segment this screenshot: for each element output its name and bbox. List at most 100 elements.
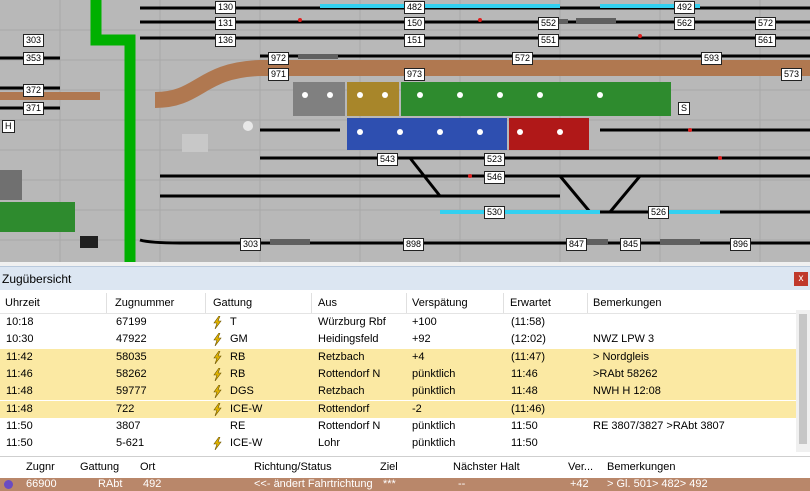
table-row[interactable]: 10:18 67199 T Würzburg Rbf +100 (11:58) — [0, 314, 796, 331]
block-label[interactable]: 150 — [404, 17, 426, 30]
table-row[interactable]: 11:46 58262 RB Rottendorf N pünktlich 11:46 >R… — [0, 365, 796, 383]
cell-erwartet: (11:46) — [511, 402, 546, 415]
cell-bemerkungen: NWH H 12:08 — [593, 385, 661, 398]
block-label[interactable]: 530 — [484, 206, 506, 219]
lower-table-row[interactable]: 66900 RAbt 492 <<- ändert Fahrtrichtung … — [0, 478, 810, 491]
cell-gattung: RB — [230, 350, 246, 363]
block-label[interactable]: 543 — [377, 153, 399, 166]
block-label[interactable]: 371 — [23, 102, 45, 115]
block-label[interactable]: 972 — [268, 52, 290, 65]
col-header-ort[interactable]: Ort — [140, 461, 155, 473]
block-label[interactable]: 898 — [403, 238, 425, 251]
col-separator[interactable] — [503, 293, 504, 313]
panel-title-bar[interactable]: Zugübersicht x — [0, 266, 810, 290]
block-label[interactable]: 303 — [240, 238, 262, 251]
cell-aus: Heidingsfeld — [318, 333, 379, 346]
col-header-ver[interactable]: Ver... — [568, 461, 593, 473]
block-label[interactable]: 573 — [781, 68, 803, 81]
scrollbar-thumb[interactable] — [799, 314, 807, 444]
block-label[interactable]: 526 — [648, 206, 670, 219]
table-row[interactable]: 11:50 3807 RE Rottendorf N pünktlich 11:50 RE … — [0, 418, 796, 435]
block-label[interactable]: 845 — [620, 238, 642, 251]
cell-gattung: T — [230, 316, 237, 328]
col-separator[interactable] — [406, 293, 407, 313]
cell-erwartet: (11:58) — [511, 316, 546, 328]
cell-aus: Rottendorf — [318, 402, 370, 415]
block-label[interactable]: S — [678, 102, 691, 115]
table-row[interactable]: 11:50 5-621 ICE-W Lohr pünktlich 11:50 — [0, 435, 796, 452]
cell-erwartet: (12:02) — [511, 333, 546, 346]
cell-gattung: RE — [230, 419, 246, 432]
block-label[interactable]: 973 — [404, 68, 426, 81]
cell-verspaetung: pünktlich — [412, 437, 456, 450]
block-label[interactable]: 971 — [268, 68, 290, 81]
col-separator[interactable] — [587, 293, 588, 313]
col-header-gattung[interactable]: Gattung — [80, 461, 119, 473]
col-header-aus[interactable]: Aus — [318, 297, 337, 309]
block-label[interactable]: 847 — [566, 238, 588, 251]
cell-verspaetung: +4 — [412, 350, 425, 363]
block-label[interactable]: 523 — [484, 153, 506, 166]
block-label[interactable]: 130 — [215, 1, 237, 14]
cell-verspaetung: pünktlich — [412, 419, 456, 432]
cell-uhrzeit: 11:48 — [6, 385, 33, 398]
col-header-zugnummer[interactable]: Zugnummer — [115, 297, 174, 309]
col-header-gattung[interactable]: Gattung — [213, 297, 252, 309]
lightning-icon — [213, 333, 222, 347]
cell-zugnummer: 59777 — [116, 385, 147, 398]
block-label[interactable]: 896 — [730, 238, 752, 251]
cell-zugnummer: 5-621 — [116, 437, 145, 450]
col-header-bemerkungen[interactable]: Bemerkungen — [607, 461, 676, 473]
col-header-verspaetung[interactable]: Verspätung — [412, 297, 468, 309]
block-label[interactable]: 303 — [23, 34, 45, 47]
col-header-naechster-halt[interactable]: Nächster Halt — [453, 461, 520, 473]
block-label[interactable]: H — [2, 120, 15, 133]
vertical-scrollbar[interactable] — [796, 310, 810, 452]
block-label[interactable]: 482 — [404, 1, 426, 14]
cell-erwartet: 11:50 — [511, 419, 538, 432]
col-header-erwartet[interactable]: Erwartet — [510, 297, 551, 309]
cell-gattung: RB — [230, 367, 246, 380]
block-label[interactable]: 551 — [538, 34, 560, 47]
col-header-bemerkungen[interactable]: Bemerkungen — [593, 297, 662, 309]
block-label[interactable]: 546 — [484, 171, 506, 184]
block-label[interactable]: 572 — [755, 17, 777, 30]
station-tile-olive[interactable] — [347, 82, 399, 116]
block-label[interactable]: 151 — [404, 34, 426, 47]
col-header-zugnr[interactable]: Zugnr — [26, 461, 55, 473]
station-tile-blue[interactable] — [347, 118, 507, 150]
block-label[interactable]: 353 — [23, 52, 45, 65]
table-row[interactable]: 11:48 59777 DGS Retzbach pünktlich 11:48 NWH H… — [0, 383, 796, 401]
station-tile-gray[interactable] — [293, 82, 345, 116]
block-label[interactable]: 372 — [23, 84, 45, 97]
block-label[interactable]: 552 — [538, 17, 560, 30]
table-row[interactable]: 10:30 47922 GM Heidingsfeld +92 (12:02) NWZ LP… — [0, 331, 796, 348]
col-separator[interactable] — [106, 293, 107, 313]
col-header-richtung[interactable]: Richtung/Status — [254, 461, 332, 473]
col-separator[interactable] — [205, 293, 206, 313]
cell-erwartet: (11:47) — [511, 350, 546, 363]
block-label[interactable]: 561 — [755, 34, 777, 47]
close-button[interactable]: x — [794, 272, 808, 286]
block-label[interactable]: 593 — [701, 52, 723, 65]
block-label[interactable]: 562 — [674, 17, 696, 30]
cell-aus: Retzbach — [318, 385, 365, 398]
block-label[interactable]: 572 — [512, 52, 534, 65]
block-label[interactable]: 492 — [674, 1, 696, 14]
station-tile-green-left[interactable] — [0, 202, 75, 232]
cell-zugnummer: 722 — [116, 402, 135, 415]
table-row[interactable]: 11:48 722 ICE-W Rottendorf -2 (11:46) — [0, 400, 796, 418]
cell-bemerkungen: > Nordgleis — [593, 350, 649, 363]
col-header-ziel[interactable]: Ziel — [380, 461, 398, 473]
cell-erwartet: 11:46 — [511, 367, 538, 380]
cell-richtung: <<- ändert Fahrtrichtung — [254, 478, 373, 490]
col-header-uhrzeit[interactable]: Uhrzeit — [5, 297, 40, 309]
block-label[interactable]: 131 — [215, 17, 237, 30]
green-track-left[interactable] — [90, 0, 136, 262]
col-separator[interactable] — [311, 293, 312, 313]
cell-aus: Würzburg Rbf — [318, 316, 386, 328]
station-tile-green[interactable] — [401, 82, 671, 116]
track-diagram[interactable]: 130 131 136 303 353 372 371 H 972 971 97… — [0, 0, 810, 262]
block-label[interactable]: 136 — [215, 34, 237, 47]
table-row[interactable]: 11:42 58035 RB Retzbach +4 (11:47) > Nordgleis — [0, 348, 796, 366]
